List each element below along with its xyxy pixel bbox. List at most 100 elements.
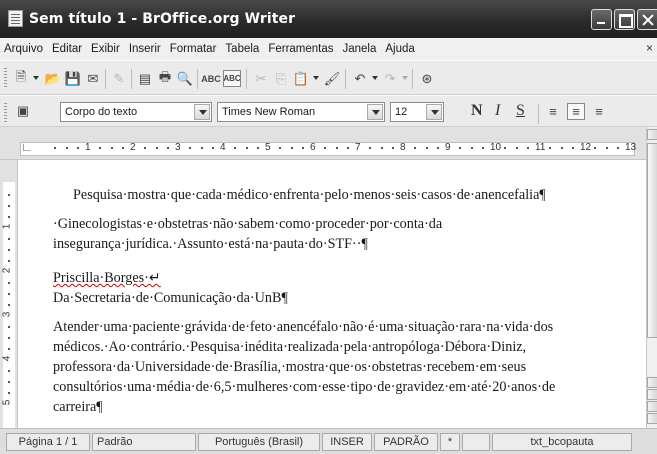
- autospellcheck-icon[interactable]: ABC: [223, 70, 241, 87]
- styles-formatting-icon[interactable]: ▣: [14, 102, 32, 119]
- menu-editar[interactable]: Editar: [52, 43, 82, 55]
- chevron-down-icon[interactable]: [194, 104, 210, 120]
- menu-janela[interactable]: Janela: [343, 43, 377, 55]
- page-number-status[interactable]: Página 1 / 1: [6, 433, 90, 451]
- ruler-tick: [211, 147, 214, 149]
- undo-icon[interactable]: ↶: [351, 70, 369, 87]
- section-status[interactable]: txt_bcopauta: [492, 433, 632, 451]
- ruler-tick: [571, 147, 574, 149]
- ruler-tick: [436, 147, 439, 149]
- clone-format-icon[interactable]: 🖌: [323, 70, 341, 87]
- undo-dropdown-icon[interactable]: [372, 76, 378, 80]
- paste-dropdown-icon[interactable]: [313, 76, 319, 80]
- maximize-button[interactable]: [614, 9, 635, 30]
- window-title: Sem título 1 - BrOffice.org Writer: [29, 11, 296, 27]
- tab-stop-icon[interactable]: ∟: [21, 140, 33, 154]
- open-icon[interactable]: 📂: [44, 70, 62, 87]
- toolbar-separator: [131, 69, 132, 89]
- paragraph-body-line-2[interactable]: médicos.·Ao·contrário.·Pesquisa·inédita·…: [53, 337, 526, 357]
- ruler-tick: [189, 147, 192, 149]
- toolbar-separator: [538, 104, 539, 124]
- menu-ferramentas[interactable]: Ferramentas: [268, 43, 333, 55]
- digital-signature-status[interactable]: [462, 433, 490, 451]
- scroll-thumb[interactable]: [647, 143, 657, 338]
- document-area[interactable]: Pesquisa·mostra·que·cada·médico·enfrenta…: [18, 160, 646, 428]
- paragraph-affiliation[interactable]: Da·Secretaria·de·Comunicação·da·UnB¶: [53, 288, 288, 308]
- next-page-button[interactable]: [647, 413, 657, 424]
- toolbar-grip[interactable]: [4, 103, 7, 123]
- menu-exibir[interactable]: Exibir: [91, 43, 120, 55]
- align-left-icon[interactable]: ≡: [544, 103, 562, 120]
- export-pdf-icon[interactable]: ▤: [136, 70, 154, 87]
- edit-file-icon[interactable]: ✎: [110, 70, 128, 87]
- close-window-button[interactable]: [637, 9, 657, 30]
- paragraph-body-line-3[interactable]: professora·da·Universidade·de·Brasília,·…: [53, 357, 526, 377]
- copy-icon[interactable]: ⎘: [272, 70, 290, 87]
- ruler-label: 4: [220, 142, 226, 153]
- paragraph-body-line-4[interactable]: consultórios·uma·média·de·6,5·mulheres·c…: [53, 377, 555, 397]
- vertical-ruler-tick: [8, 348, 10, 350]
- horizontal-ruler[interactable]: ∟ 1 2 3 4 5 6 7 8 9 10 11 12 13: [0, 127, 646, 160]
- menu-arquivo[interactable]: Arquivo: [4, 43, 43, 55]
- page-style-status[interactable]: Padrão: [92, 433, 196, 451]
- minimize-button[interactable]: [591, 9, 612, 30]
- insert-mode-status[interactable]: INSER: [322, 433, 372, 451]
- paragraph-headline[interactable]: Pesquisa·mostra·que·cada·médico·enfrenta…: [73, 185, 546, 205]
- bold-button[interactable]: N: [471, 102, 483, 120]
- close-document-icon[interactable]: ×: [646, 41, 653, 55]
- font-name-select[interactable]: Times New Roman: [217, 102, 385, 122]
- ruler-tick: [110, 147, 113, 149]
- font-size-select[interactable]: 12: [390, 102, 444, 122]
- ruler-label: 6: [310, 142, 316, 153]
- paragraph-author[interactable]: Priscilla·Borges·↵: [53, 268, 161, 288]
- selection-mode-status[interactable]: PADRÃO: [374, 433, 438, 451]
- ruler-label: 7: [355, 142, 361, 153]
- vertical-ruler-tick: [8, 381, 10, 383]
- previous-page-button[interactable]: [647, 389, 657, 400]
- ruler-label: 10: [490, 142, 502, 153]
- paragraph-body-line-1[interactable]: Atender·uma·paciente·grávida·de·feto·ane…: [53, 317, 553, 337]
- document-modified-status[interactable]: *: [440, 433, 460, 451]
- vertical-ruler-label: 1: [1, 223, 13, 230]
- chevron-down-icon[interactable]: [426, 104, 442, 120]
- ruler-tick: [99, 147, 102, 149]
- underline-button[interactable]: S: [516, 102, 525, 120]
- print-icon[interactable]: 🖶: [156, 69, 174, 87]
- navigator-icon[interactable]: ⊛: [418, 70, 436, 87]
- chevron-down-icon[interactable]: [367, 104, 383, 120]
- italic-button[interactable]: I: [495, 102, 500, 120]
- new-dropdown-icon[interactable]: [33, 76, 39, 80]
- paragraph-subtitle-line-1[interactable]: ·Ginecologistas·e·obstetras·não·sabem·co…: [53, 214, 442, 234]
- ruler-tick: [504, 147, 507, 149]
- menu-inserir[interactable]: Inserir: [129, 43, 161, 55]
- vertical-ruler[interactable]: 1 2 3 4 5: [0, 160, 18, 428]
- align-center-icon[interactable]: ≡: [567, 103, 585, 120]
- paragraph-style-select[interactable]: Corpo do texto: [60, 102, 212, 122]
- toolbar-grip[interactable]: [4, 68, 7, 88]
- font-name-value: Times New Roman: [222, 106, 316, 118]
- paste-icon[interactable]: 📋: [292, 70, 310, 87]
- vertical-scrollbar[interactable]: [646, 127, 657, 428]
- scroll-down-button[interactable]: [647, 377, 657, 388]
- document-page[interactable]: Pesquisa·mostra·que·cada·médico·enfrenta…: [51, 160, 646, 428]
- menu-ajuda[interactable]: Ajuda: [385, 43, 414, 55]
- align-right-icon[interactable]: ≡: [590, 103, 608, 120]
- menu-formatar[interactable]: Formatar: [170, 43, 217, 55]
- navigation-button[interactable]: [647, 401, 657, 412]
- paragraph-body-line-5[interactable]: carreira¶: [53, 397, 103, 417]
- spellcheck-icon[interactable]: ABC: [201, 70, 221, 87]
- menu-tabela[interactable]: Tabela: [225, 43, 259, 55]
- scroll-up-button[interactable]: [647, 129, 657, 140]
- language-status[interactable]: Português (Brasil): [198, 433, 320, 451]
- vertical-ruler-tick: [8, 205, 10, 207]
- redo-dropdown-icon[interactable]: [402, 76, 408, 80]
- page-preview-icon[interactable]: 🔍: [176, 70, 194, 87]
- redo-icon[interactable]: ↷: [381, 70, 399, 87]
- new-icon[interactable]: 🗎: [12, 69, 30, 87]
- save-icon[interactable]: 💾: [64, 70, 82, 87]
- ruler-label: 9: [445, 142, 451, 153]
- cut-icon[interactable]: ✂: [252, 70, 270, 87]
- paragraph-subtitle-line-2[interactable]: insegurança·jurídica.·Assunto·está·na·pa…: [53, 234, 368, 254]
- vertical-ruler-label: 2: [1, 267, 13, 274]
- email-icon[interactable]: ✉: [84, 70, 102, 87]
